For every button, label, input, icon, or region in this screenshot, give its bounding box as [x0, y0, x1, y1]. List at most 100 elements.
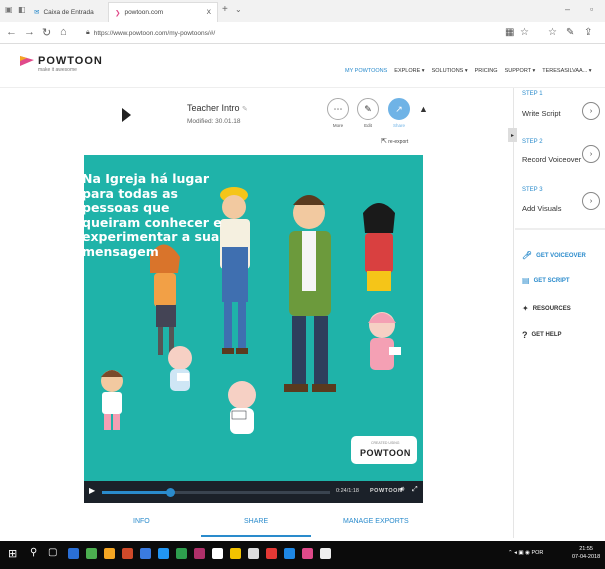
nav-explore[interactable]: EXPLORE ▾	[394, 68, 424, 74]
export-icon: ⇱	[381, 138, 387, 145]
window-icon[interactable]: ▣	[5, 5, 13, 14]
language-indicator: POR	[531, 550, 544, 556]
step-3-button[interactable]: ›	[582, 192, 600, 210]
app-icon-white[interactable]	[320, 548, 331, 559]
tab-manage-exports[interactable]: MANAGE EXPORTS	[343, 518, 409, 525]
play-icon[interactable]	[122, 108, 131, 122]
app-icon-blue[interactable]	[158, 548, 169, 559]
tab-list-icon[interactable]: ⌄	[235, 5, 242, 14]
fullscreen-icon[interactable]: ⤢	[412, 486, 418, 494]
edit-title-icon[interactable]: ✎	[242, 106, 248, 113]
new-tab-button[interactable]: +	[222, 4, 228, 15]
caret-up-icon[interactable]: ▲	[419, 104, 428, 114]
powtoon-taskbar-icon[interactable]	[302, 548, 313, 559]
access-icon[interactable]	[194, 548, 205, 559]
share-button[interactable]: ↗	[388, 98, 410, 120]
video-overlay-text: Na Igreja há lugar para todas as pessoas…	[82, 171, 222, 259]
share-label: Share	[392, 123, 405, 128]
refresh-icon[interactable]: ↻	[42, 26, 51, 39]
tab-share[interactable]: SHARE	[244, 518, 268, 525]
windows-start-icon[interactable]: ⊞	[8, 547, 17, 560]
get-voiceover-label: GET VOICEOVER	[536, 252, 586, 259]
tab-label: powtoon.com	[124, 9, 164, 16]
player-play-icon[interactable]: ▶	[89, 486, 95, 495]
app-icon-grey[interactable]	[248, 548, 259, 559]
step-2-button[interactable]: ›	[582, 145, 600, 163]
app-icon-red-2[interactable]	[266, 548, 277, 559]
control-brand: POWTOON	[370, 488, 403, 494]
character-girl-right	[368, 312, 401, 370]
nav-my-powtoons[interactable]: MY POWTOONS	[345, 68, 387, 74]
share-icon: ↗	[395, 103, 403, 114]
search-icon[interactable]: ⚲	[30, 547, 37, 558]
forward-icon[interactable]: →	[24, 26, 35, 38]
video-title: Teacher Intro ✎	[187, 103, 248, 113]
tab-back-icon[interactable]: ◧	[18, 5, 26, 14]
character-kid-left	[101, 370, 123, 430]
app-icon-red[interactable]	[122, 548, 133, 559]
chevron-right-icon: ›	[589, 107, 593, 115]
tab-inbox[interactable]: ✉ Caixa de Entrada	[28, 2, 108, 22]
favorite-star-icon[interactable]: ☆	[520, 27, 529, 38]
help-icon: ?	[522, 330, 528, 340]
folder-icon[interactable]	[104, 548, 115, 559]
app-icon-blue-2[interactable]	[284, 548, 295, 559]
nav-user-menu[interactable]: TERESASILVAA... ▾	[542, 68, 591, 74]
minimize-button[interactable]: –	[565, 4, 570, 14]
tab-powtoon[interactable]: ❯ powtoon.com X	[108, 2, 218, 22]
script-icon: ▤	[522, 276, 530, 285]
reader-icon[interactable]: ▦	[505, 27, 514, 38]
mail-icon: ✉	[34, 9, 40, 16]
character-man	[284, 195, 336, 392]
nav-solutions[interactable]: SOLUTIONS ▾	[432, 68, 468, 74]
clock-date: 07-04-2018	[572, 554, 601, 560]
character-builder	[220, 187, 250, 354]
excel-icon[interactable]	[176, 548, 187, 559]
reexport-label: re-export	[388, 139, 409, 145]
active-tab-underline	[201, 535, 311, 537]
reexport-link[interactable]: ⇱ re-export	[381, 137, 408, 145]
logo-tagline: make it awesome	[38, 67, 77, 73]
step-1-button[interactable]: ›	[582, 102, 600, 120]
store-icon[interactable]	[212, 548, 223, 559]
maximize-button[interactable]: ▫	[590, 4, 593, 14]
step-2-label: STEP 2	[522, 139, 543, 145]
tab-close-button[interactable]: X	[207, 9, 211, 16]
get-help-label: GET HELP	[531, 332, 562, 338]
task-view-icon[interactable]: ▢	[48, 547, 57, 558]
app-icon-yellow[interactable]	[230, 548, 241, 559]
nav-pricing[interactable]: PRICING	[475, 68, 498, 74]
nav-support[interactable]: SUPPORT ▾	[505, 68, 536, 74]
video-title-text: Teacher Intro	[187, 103, 240, 113]
collapse-panel-button[interactable]: ▸	[508, 128, 517, 142]
tab-info[interactable]: INFO	[133, 518, 150, 525]
get-script-label: GET SCRIPT	[533, 277, 570, 284]
badge-brand-text: POWTOON	[360, 448, 411, 458]
clock[interactable]: 21:55 07-04-2018	[572, 545, 600, 561]
get-script-link[interactable]: ▤ GET SCRIPT	[522, 276, 570, 285]
word-icon[interactable]	[140, 548, 151, 559]
character-girl-left	[150, 244, 180, 355]
lock-icon: 🔒︎	[86, 29, 90, 36]
top-nav: MY POWTOONS EXPLORE ▾ SOLUTIONS ▾ PRICIN…	[345, 68, 592, 74]
edit-button[interactable]: ✎	[357, 98, 379, 120]
favorites-icon[interactable]: ☆	[548, 27, 557, 38]
resources-link[interactable]: ✦ RESOURCES	[522, 304, 571, 313]
clock-time: 21:55	[579, 546, 593, 552]
more-button[interactable]: ⋯	[327, 98, 349, 120]
pen-icon[interactable]: ✎	[566, 27, 574, 38]
get-voiceover-link[interactable]: 🎤︎ GET VOICEOVER	[522, 251, 586, 260]
volume-icon[interactable]: 🔊︎	[400, 486, 404, 494]
microphone-icon: 🎤︎	[522, 251, 533, 260]
tab-label: Caixa de Entrada	[43, 8, 94, 16]
home-icon[interactable]: ⌂	[60, 26, 67, 38]
system-tray[interactable]: ⌃ ◂ ▣ ◉ POR	[508, 550, 543, 556]
edge-icon[interactable]	[68, 548, 79, 559]
get-help-link[interactable]: ? GET HELP	[522, 330, 562, 340]
url-field[interactable]: 🔒︎ https://www.powtoon.com/my-powtoons/#…	[86, 26, 476, 40]
tray-icons: ⌃ ◂ ▣ ◉	[508, 550, 532, 556]
app-icon-green[interactable]	[86, 548, 97, 559]
chevron-right-icon: ›	[589, 150, 593, 158]
back-icon[interactable]: ←	[6, 26, 17, 38]
share-browser-icon[interactable]: ⇪	[584, 27, 592, 38]
